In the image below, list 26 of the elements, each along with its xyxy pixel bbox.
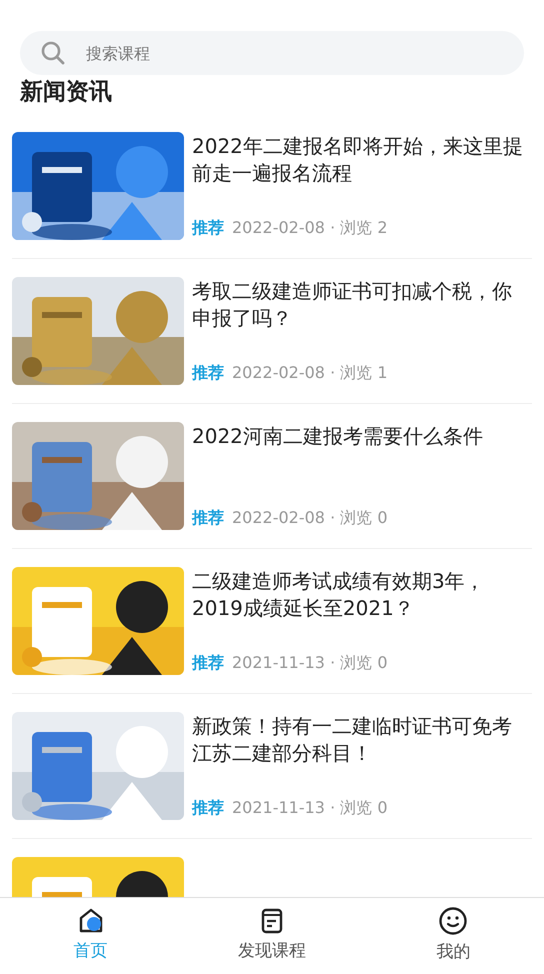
recommend-tag: 推荐 [192,506,224,530]
search-field[interactable]: 搜索课程 [20,31,524,75]
nav-tab[interactable]: 我的 [362,898,544,974]
article-meta: 2021-11-13 · 浏览 0 [232,797,388,819]
section-title: 新闻资讯 [18,78,113,107]
news-item[interactable]: 考取二级建造师证书可扣减个税，你申报了吗？ 推荐 2022-02-08 · 浏览 1 [12,259,532,404]
smiley-icon [438,906,468,936]
recommend-tag: 推荐 [192,361,224,385]
recommend-tag: 推荐 [192,796,224,820]
news-item[interactable]: 2022年二建报名即将开始，来这里提前走一遍报名流程 推荐 2022-02-08 · 浏览 2 [12,114,532,259]
article-title: 2022河南二建报考需要什么条件 [192,423,484,450]
search-icon [40,40,66,66]
article-title: 2022年二建报名即将开始，来这里提前走一遍报名流程 [192,133,524,187]
nav-tab[interactable]: 发现课程 [181,898,363,974]
news-item[interactable]: 二级建造师考试成绩有效期3年，2019成绩延长至2021？ 推荐 2021-11-13 · 浏览 0 [12,549,532,694]
article-title: 二级建造师考试成绩有效期3年，2019成绩延长至2021？ [192,568,486,622]
article-meta: 2021-11-13 · 浏览 0 [232,652,388,674]
news-item[interactable]: 新政策！持有一二建临时证书可免考江苏二建部分科目！ 推荐 2021-11-13 · 浏览 0 [12,694,532,839]
article-meta: 2022-02-08 · 浏览 2 [232,217,388,239]
article-title: 考取二级建造师证书可扣减个税，你申报了吗？ [192,278,513,332]
article-meta: 2022-02-08 · 浏览 1 [232,362,388,384]
recommend-tag: 推荐 [192,216,224,240]
news-item[interactable]: 2022河南二建报考需要什么条件 推荐 2022-02-08 · 浏览 0 [12,404,532,549]
article-title: 新政策！持有一二建临时证书可免考江苏二建部分科目！ [192,713,513,767]
article-meta: 2022-02-08 · 浏览 0 [232,507,388,529]
recommend-tag: 推荐 [192,651,224,675]
